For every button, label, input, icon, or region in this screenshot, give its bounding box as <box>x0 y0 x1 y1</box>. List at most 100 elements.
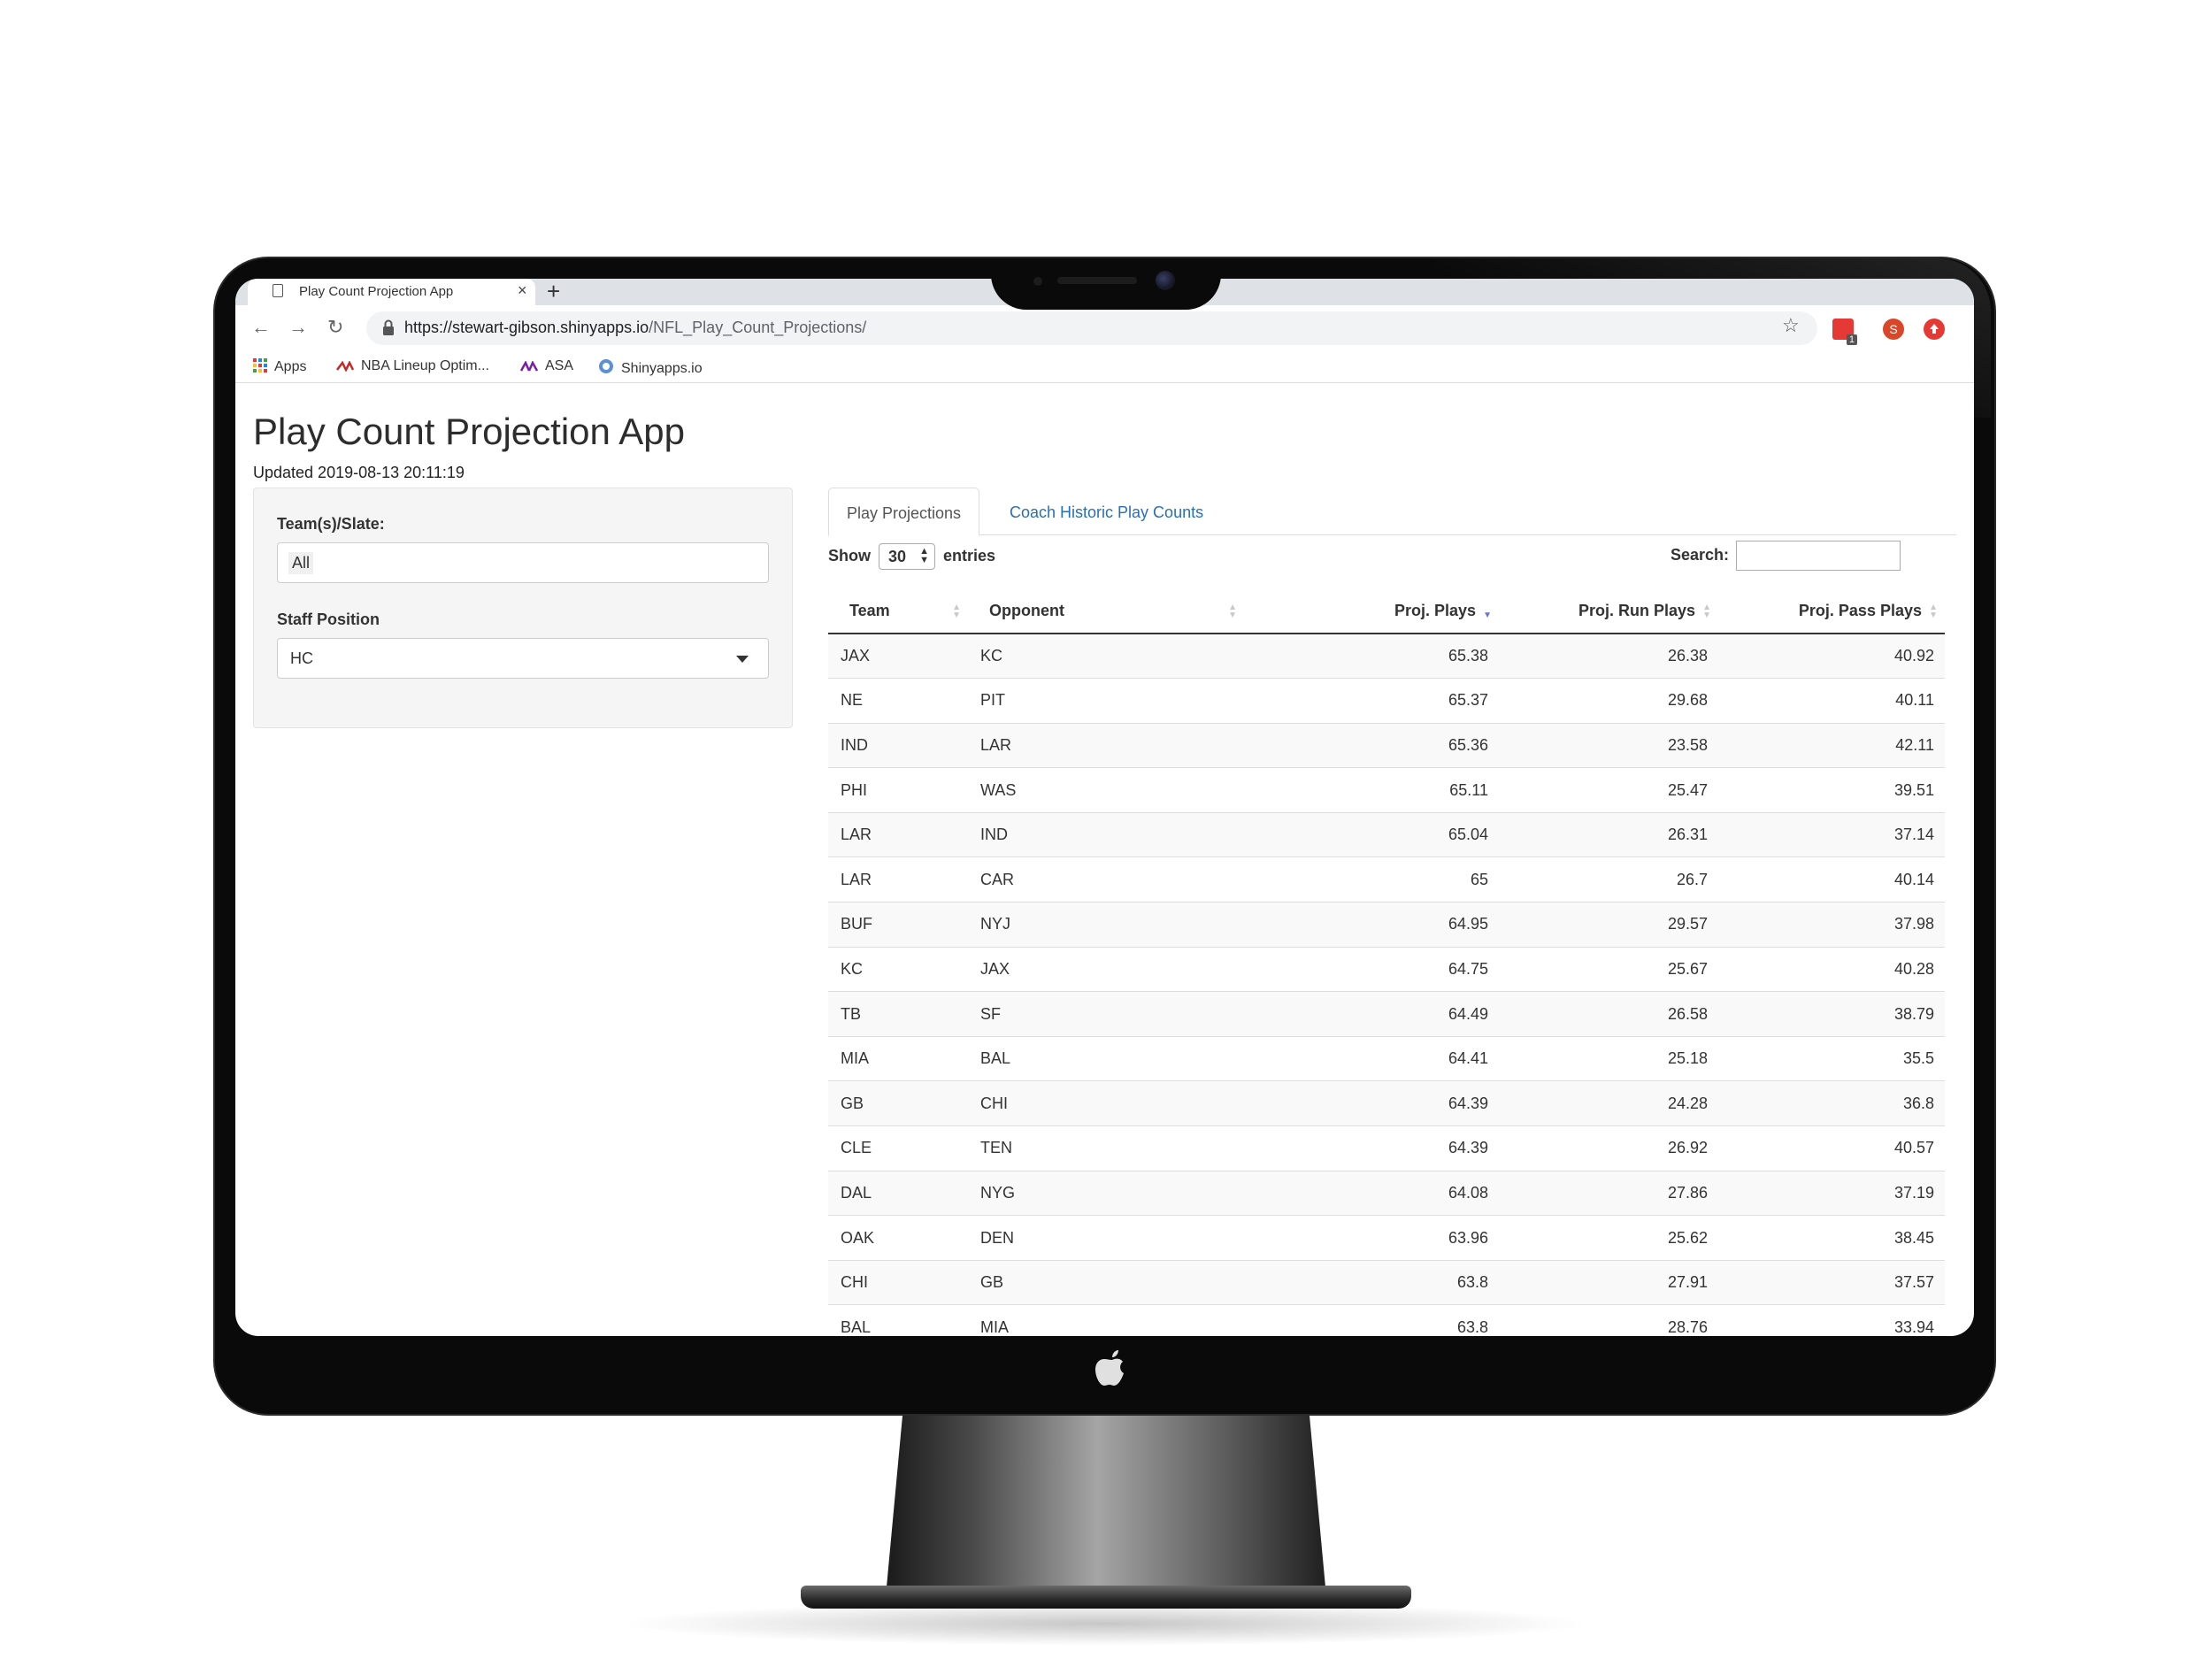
table-cell: 37.19 <box>1718 1170 1945 1216</box>
tab-title: Play Count Projection App <box>299 284 454 299</box>
table-cell: 64.95 <box>1244 902 1499 948</box>
new-tab-icon[interactable]: + <box>547 279 560 305</box>
table-cell: DAL <box>828 1170 968 1216</box>
table-cell: 26.7 <box>1499 856 1718 902</box>
chevron-down-icon <box>736 656 749 663</box>
table-cell: 63.8 <box>1244 1259 1499 1305</box>
table-cell: 40.11 <box>1718 678 1945 724</box>
table-cell: BAL <box>968 1035 1244 1081</box>
staff-position-label: Staff Position <box>277 611 380 628</box>
sort-arrows-icon: ▲ ▼ <box>1702 603 1711 620</box>
table-cell: LAR <box>968 722 1244 768</box>
apple-logo-icon <box>1095 1350 1124 1386</box>
table-row[interactable]: DAL NYG 64.08 27.86 37.19 <box>828 1170 1945 1216</box>
bookmark-label: Apps <box>274 359 307 374</box>
table-cell: 64.75 <box>1244 946 1499 992</box>
table-cell: CHI <box>968 1080 1244 1126</box>
table-row[interactable]: CLE TEN 64.39 26.92 40.57 <box>828 1125 1945 1171</box>
bookmark-asa[interactable]: ASA <box>520 358 573 374</box>
team-slate-select[interactable]: All <box>277 542 769 583</box>
table-cell: PIT <box>968 678 1244 724</box>
table-cell: GB <box>828 1080 968 1126</box>
bookmark-star-icon[interactable]: ☆ <box>1782 314 1800 337</box>
profile-avatar[interactable]: S <box>1883 319 1904 340</box>
table-cell: IND <box>968 811 1244 857</box>
table-row[interactable]: LAR CAR 65 26.7 40.14 <box>828 856 1945 902</box>
column-header-opponent[interactable]: Opponent ▲ ▼ <box>968 589 1244 634</box>
table-cell: 65.04 <box>1244 811 1499 857</box>
apps-grid-icon <box>253 358 267 373</box>
table-cell: 63.8 <box>1244 1304 1499 1336</box>
table-row[interactable]: OAK DEN 63.96 25.62 38.45 <box>828 1215 1945 1261</box>
webcam-icon <box>1156 271 1175 290</box>
table-cell: SF <box>968 991 1244 1037</box>
table-cell: 64.08 <box>1244 1170 1499 1216</box>
table-cell: 33.94 <box>1718 1304 1945 1336</box>
table-cell: CAR <box>968 856 1244 902</box>
table-cell: 29.57 <box>1499 902 1718 948</box>
camera-notch <box>991 265 1221 310</box>
nba-logo-icon <box>336 361 354 372</box>
page-title: Play Count Projection App <box>253 411 685 452</box>
table-row[interactable]: NE PIT 65.37 29.68 40.11 <box>828 678 1945 724</box>
tab-play-projections[interactable]: Play Projections <box>828 488 980 536</box>
tab-close-icon[interactable]: × <box>518 281 527 300</box>
table-row[interactable]: IND LAR 65.36 23.58 42.11 <box>828 722 1945 768</box>
table-row[interactable]: TB SF 64.49 26.58 38.79 <box>828 991 1945 1037</box>
tab-bar: Play Projections Coach Historic Play Cou… <box>828 488 1956 536</box>
table-cell: 64.41 <box>1244 1035 1499 1081</box>
table-cell: 37.57 <box>1718 1259 1945 1305</box>
reload-icon[interactable]: ↻ <box>327 316 343 339</box>
table-row[interactable]: CHI GB 63.8 27.91 37.57 <box>828 1259 1945 1305</box>
table-cell: JAX <box>968 946 1244 992</box>
bookmark-label: NBA Lineup Optim... <box>361 358 489 373</box>
forward-arrow-icon[interactable]: → <box>288 316 308 339</box>
table-row[interactable]: MIA BAL 64.41 25.18 35.5 <box>828 1035 1945 1081</box>
back-arrow-icon[interactable]: ← <box>251 316 271 339</box>
extension-icon[interactable]: 1 <box>1832 319 1857 345</box>
tab-coach-historic-play-counts[interactable]: Coach Historic Play Counts <box>992 488 1221 536</box>
table-cell: 64.39 <box>1244 1125 1499 1171</box>
table-cell: 26.58 <box>1499 991 1718 1037</box>
table-cell: 29.68 <box>1499 678 1718 724</box>
bookmark-apps[interactable]: Apps <box>253 358 306 375</box>
staff-position-select[interactable]: HC <box>277 638 769 679</box>
sort-arrows-icon: ▲ ▼ <box>1228 603 1237 620</box>
url-text[interactable]: https://stewart-gibson.shinyapps.io/NFL_… <box>404 319 866 337</box>
entries-select[interactable]: 30 ▲ ▼ <box>879 543 936 570</box>
column-header-proj-pass-plays[interactable]: Proj. Pass Plays ▲ ▼ <box>1718 589 1945 634</box>
show-label: Show <box>828 546 871 565</box>
table-cell: 40.57 <box>1718 1125 1945 1171</box>
table-row[interactable]: LAR IND 65.04 26.31 37.14 <box>828 811 1945 857</box>
column-header-team[interactable]: Team ▲ ▼ <box>828 589 968 634</box>
browser-tab[interactable]: Play Count Projection App × <box>248 279 535 305</box>
table-row[interactable]: BAL MIA 63.8 28.76 33.94 <box>828 1304 1945 1336</box>
table-cell: 26.38 <box>1499 633 1718 679</box>
column-header-proj-plays[interactable]: Proj. Plays▲▼ <box>1244 589 1499 634</box>
table-cell: 40.28 <box>1718 946 1945 992</box>
update-arrow-icon[interactable] <box>1924 319 1945 340</box>
bookmark-nba-lineup[interactable]: NBA Lineup Optim... <box>336 358 489 374</box>
table-cell: KC <box>968 633 1244 679</box>
table-row[interactable]: KC JAX 64.75 25.67 40.28 <box>828 946 1945 992</box>
table-cell: 37.14 <box>1718 811 1945 857</box>
search-input[interactable] <box>1736 541 1901 571</box>
table-cell: 65 <box>1244 856 1499 902</box>
table-cell: 25.47 <box>1499 767 1718 813</box>
table-cell: 40.92 <box>1718 633 1945 679</box>
lock-icon <box>383 319 394 335</box>
table-row[interactable]: JAX KC 65.38 26.38 40.92 <box>828 633 1945 679</box>
table-row[interactable]: GB CHI 64.39 24.28 36.8 <box>828 1080 1945 1126</box>
table-row[interactable]: PHI WAS 65.11 25.47 39.51 <box>828 767 1945 813</box>
table-cell: 63.96 <box>1244 1215 1499 1261</box>
table-row[interactable]: BUF NYJ 64.95 29.57 37.98 <box>828 902 1945 948</box>
team-slate-chip[interactable]: All <box>288 552 314 574</box>
table-cell: 27.86 <box>1499 1170 1718 1216</box>
table-cell: KC <box>828 946 968 992</box>
sort-desc-icon: ▲▼ <box>1483 611 1492 620</box>
table-cell: NE <box>828 678 968 724</box>
updated-timestamp: Updated 2019-08-13 20:11:19 <box>253 464 465 481</box>
bookmark-shinyapps[interactable]: Shinyapps.io <box>598 358 703 377</box>
column-header-proj-run-plays[interactable]: Proj. Run Plays ▲ ▼ <box>1499 589 1718 634</box>
table-cell: 23.58 <box>1499 722 1718 768</box>
